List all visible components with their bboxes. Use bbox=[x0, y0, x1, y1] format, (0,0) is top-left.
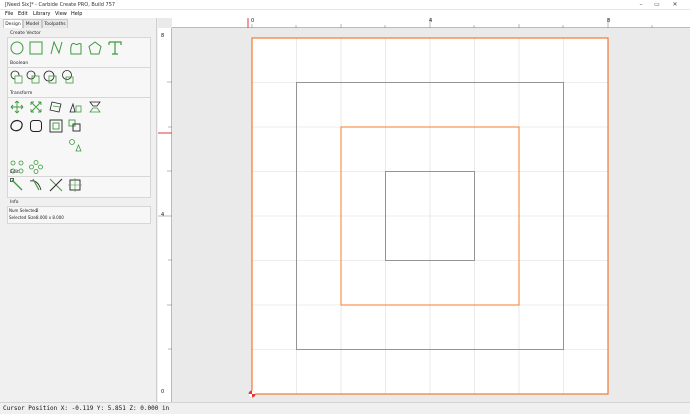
title-bar: [Need Six]* - Carbide Create PRO, Build … bbox=[0, 0, 690, 10]
section-create-vector-label: Create Vector bbox=[10, 31, 41, 36]
num-selected-label: Num Selected: bbox=[9, 208, 39, 213]
design-workspace[interactable] bbox=[172, 28, 690, 402]
selected-size-label: Selected Size: bbox=[9, 215, 38, 220]
move-icon[interactable] bbox=[10, 100, 24, 114]
mirror-icon[interactable] bbox=[88, 100, 102, 114]
status-bar: Cursor Position X: -0.119 Y: 5.851 Z: 0.… bbox=[0, 402, 690, 414]
section-edit-label: Edit bbox=[10, 170, 19, 175]
menu-help[interactable]: Help bbox=[71, 11, 82, 17]
tab-model[interactable]: Model bbox=[23, 19, 42, 28]
vruler-label-4: 4 bbox=[161, 212, 165, 218]
section-boolean-label: Boolean bbox=[10, 61, 29, 66]
menu-view[interactable]: View bbox=[55, 11, 67, 17]
circular-array-icon[interactable] bbox=[29, 160, 43, 174]
scale-icon[interactable] bbox=[29, 100, 43, 114]
cursor-position-readout: Cursor Position X: -0.119 Y: 5.851 Z: 0.… bbox=[3, 405, 170, 412]
polygon-icon[interactable] bbox=[88, 41, 102, 55]
offset-icon[interactable] bbox=[10, 119, 24, 133]
join-icon[interactable] bbox=[68, 178, 82, 192]
vruler-label-0: 0 bbox=[161, 389, 165, 395]
circle-icon[interactable] bbox=[10, 41, 24, 55]
minimize-button[interactable]: – bbox=[634, 1, 648, 9]
fillet-icon[interactable] bbox=[29, 119, 43, 133]
left-panel: Design Model Toolpaths Create Vector Boo… bbox=[0, 18, 157, 402]
rectangle-icon[interactable] bbox=[29, 41, 43, 55]
horizontal-ruler[interactable]: 0 4 8 bbox=[172, 18, 690, 28]
rotate-icon[interactable] bbox=[49, 100, 63, 114]
subtract-icon[interactable] bbox=[26, 70, 40, 84]
text-icon[interactable] bbox=[108, 41, 122, 55]
maximize-button[interactable]: ▭ bbox=[650, 1, 664, 9]
canvas-area: 0 4 8 8 4 0 bbox=[158, 18, 690, 402]
menu-library[interactable]: Library bbox=[33, 11, 50, 17]
intersect-icon[interactable] bbox=[43, 70, 57, 84]
weld-icon[interactable] bbox=[60, 70, 74, 84]
selected-size-value: 8.000 x 8.000 bbox=[36, 215, 64, 220]
hruler-label-8: 8 bbox=[607, 18, 611, 24]
align-icon[interactable] bbox=[68, 100, 82, 114]
num-selected-value: 2 bbox=[36, 208, 39, 213]
section-info-label: Info bbox=[10, 200, 19, 205]
hruler-label-4: 4 bbox=[429, 18, 433, 24]
array-icon[interactable] bbox=[68, 138, 82, 152]
trim-icon[interactable] bbox=[29, 178, 43, 192]
node-edit-icon[interactable] bbox=[10, 178, 24, 192]
menu-bar: File Edit Library View Help bbox=[0, 10, 690, 18]
group-icon[interactable] bbox=[68, 119, 82, 133]
curve-icon[interactable] bbox=[69, 41, 83, 55]
menu-edit[interactable]: Edit bbox=[18, 11, 28, 17]
tab-design[interactable]: Design bbox=[3, 19, 23, 28]
close-button[interactable]: ✕ bbox=[668, 1, 682, 9]
cut-icon[interactable] bbox=[49, 178, 63, 192]
window-title: [Need Six]* - Carbide Create PRO, Build … bbox=[5, 2, 116, 8]
inset-icon[interactable] bbox=[49, 119, 63, 133]
origin-marker bbox=[248, 390, 256, 398]
vertical-ruler[interactable]: 8 4 0 bbox=[158, 28, 172, 402]
hruler-label-0: 0 bbox=[251, 18, 255, 24]
tab-toolpaths[interactable]: Toolpaths bbox=[42, 19, 68, 28]
union-icon[interactable] bbox=[10, 70, 24, 84]
polyline-icon[interactable] bbox=[49, 41, 63, 55]
menu-file[interactable]: File bbox=[5, 11, 13, 17]
section-transform-label: Transform bbox=[10, 91, 33, 96]
vruler-label-8: 8 bbox=[161, 33, 165, 39]
